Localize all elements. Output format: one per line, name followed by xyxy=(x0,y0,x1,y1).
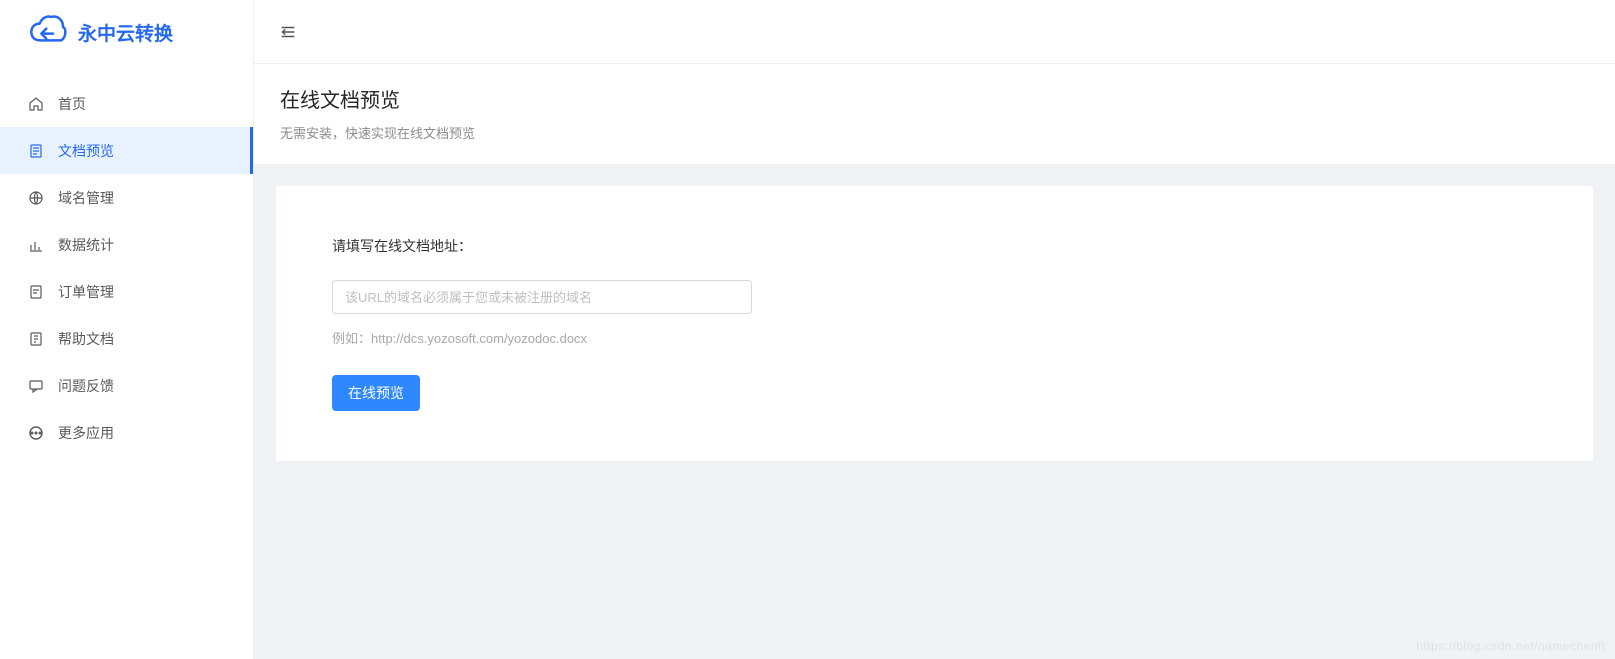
page-title: 在线文档预览 xyxy=(280,84,1589,113)
sidebar-item-stats[interactable]: 数据统计 xyxy=(0,221,253,268)
preview-button[interactable]: 在线预览 xyxy=(332,375,420,411)
sidebar-item-label: 更多应用 xyxy=(58,423,114,443)
more-apps-icon xyxy=(28,425,44,441)
sidebar-item-label: 文档预览 xyxy=(58,141,114,161)
page-header: 在线文档预览 无需安装，快速实现在线文档预览 xyxy=(254,64,1615,164)
sidebar-item-domain[interactable]: 域名管理 xyxy=(0,174,253,221)
brand-logo[interactable]: 永中云转换 xyxy=(0,0,253,64)
order-icon xyxy=(28,284,44,300)
sidebar-item-label: 帮助文档 xyxy=(58,329,114,349)
sidebar-item-orders[interactable]: 订单管理 xyxy=(0,268,253,315)
sidebar-item-label: 域名管理 xyxy=(58,188,114,208)
url-label: 请填写在线文档地址： xyxy=(332,236,1537,256)
sidebar-item-more[interactable]: 更多应用 xyxy=(0,409,253,456)
document-url-input[interactable] xyxy=(332,280,752,314)
help-doc-icon xyxy=(28,331,44,347)
feedback-icon xyxy=(28,378,44,394)
sidebar-item-feedback[interactable]: 问题反馈 xyxy=(0,362,253,409)
topbar xyxy=(254,0,1615,64)
preview-card: 请填写在线文档地址： 例如：http://dcs.yozosoft.com/yo… xyxy=(276,186,1593,461)
sidebar-item-home[interactable]: 首页 xyxy=(0,80,253,127)
sidebar-item-label: 数据统计 xyxy=(58,235,114,255)
sidebar: 永中云转换 首页 文档预览 域名管理 xyxy=(0,0,254,659)
page-subtitle: 无需安装，快速实现在线文档预览 xyxy=(280,123,1589,142)
doc-preview-icon xyxy=(28,143,44,159)
sidebar-item-help[interactable]: 帮助文档 xyxy=(0,315,253,362)
brand-cloud-icon xyxy=(28,12,68,52)
stats-icon xyxy=(28,237,44,253)
domain-icon xyxy=(28,190,44,206)
sidebar-item-label: 问题反馈 xyxy=(58,376,114,396)
brand-name: 永中云转换 xyxy=(78,19,173,46)
content: 请填写在线文档地址： 例如：http://dcs.yozosoft.com/yo… xyxy=(254,164,1615,659)
home-icon xyxy=(28,96,44,112)
sidebar-nav: 首页 文档预览 域名管理 数据统计 xyxy=(0,64,253,456)
sidebar-collapse-button[interactable] xyxy=(276,20,300,44)
main: 在线文档预览 无需安装，快速实现在线文档预览 请填写在线文档地址： 例如：htt… xyxy=(254,0,1615,659)
sidebar-item-doc-preview[interactable]: 文档预览 xyxy=(0,127,253,174)
sidebar-item-label: 订单管理 xyxy=(58,282,114,302)
url-hint: 例如：http://dcs.yozosoft.com/yozodoc.docx xyxy=(332,328,1537,347)
sidebar-item-label: 首页 xyxy=(58,94,86,114)
